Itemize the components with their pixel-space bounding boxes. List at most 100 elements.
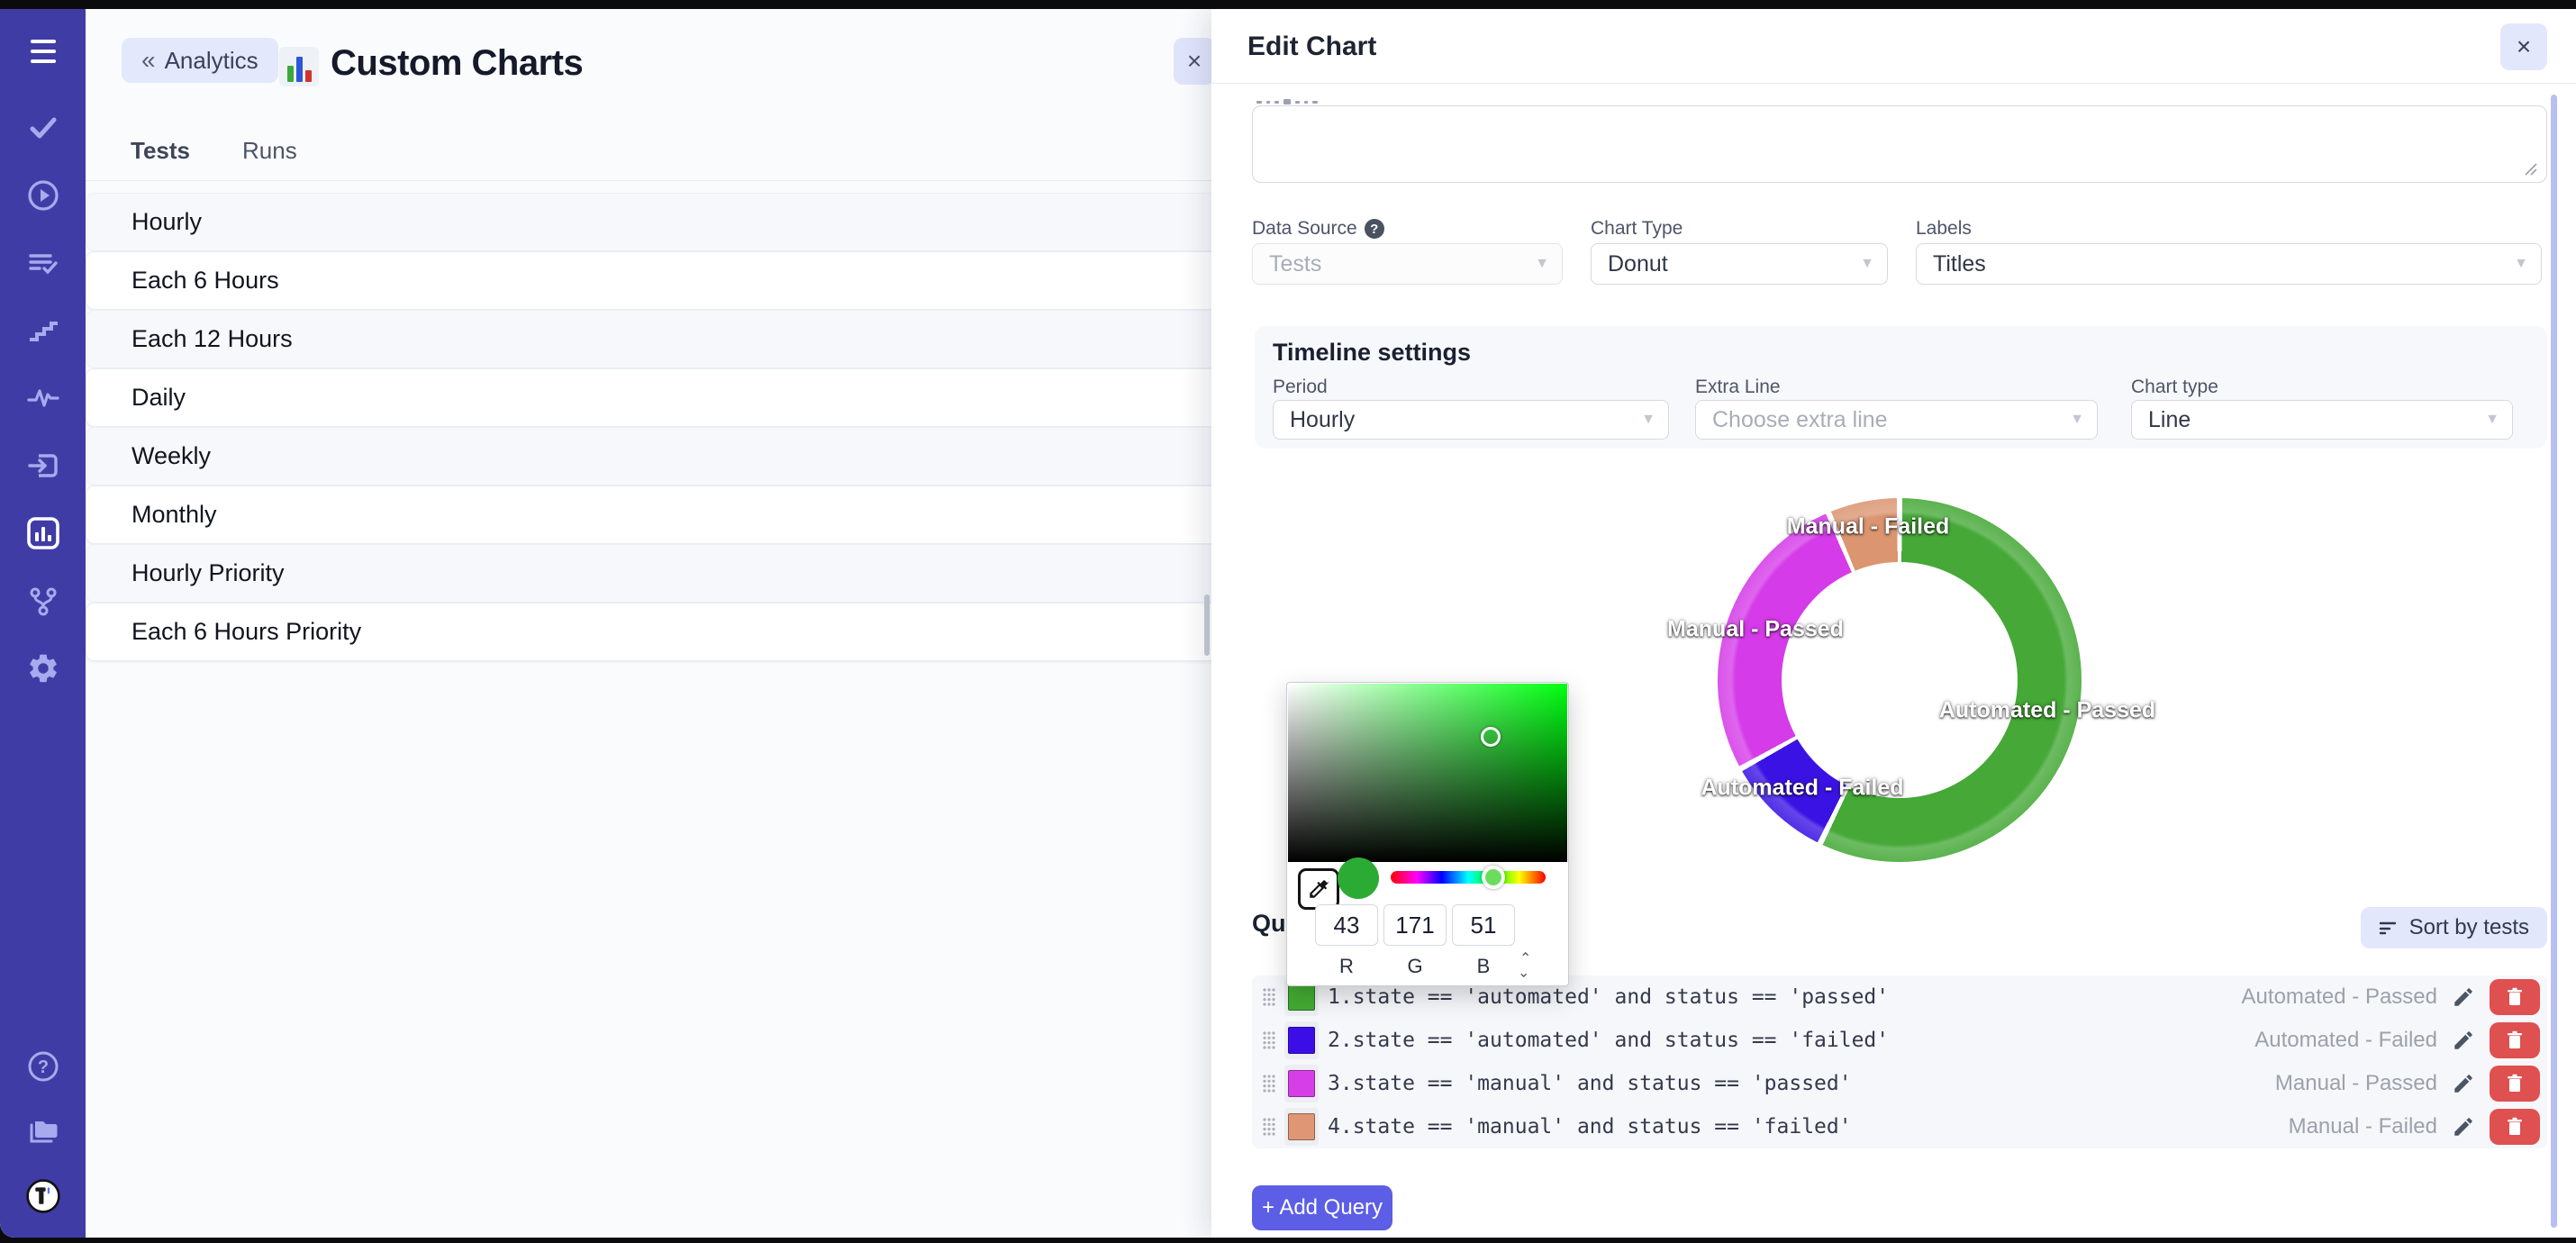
donut-hole	[1782, 562, 2018, 798]
menu-icon[interactable]	[22, 31, 65, 72]
timeline-settings-heading: Timeline settings	[1273, 339, 1471, 367]
saturation-area[interactable]	[1288, 684, 1567, 862]
chevron-down-icon: ▼	[2514, 256, 2528, 272]
app-logo[interactable]	[25, 1178, 61, 1214]
tab-tests[interactable]: Tests	[131, 137, 190, 165]
delete-query-button[interactable]	[2490, 1022, 2540, 1058]
query-label: Manual - Passed	[2275, 1071, 2437, 1096]
edit-pencil-icon[interactable]	[2452, 1115, 2475, 1139]
drag-handle-icon[interactable]	[1261, 1116, 1277, 1138]
play-circle-icon[interactable]	[25, 177, 61, 213]
tabs: Tests Runs	[131, 137, 297, 165]
chevron-down-icon: ▼	[1535, 256, 1549, 272]
slice-label-manual-failed: Manual - Failed	[1787, 514, 1950, 540]
query-text: 1.state == 'automated' and status == 'pa…	[1328, 985, 1889, 1009]
query-text: 4.state == 'manual' and status == 'faile…	[1328, 1115, 1852, 1139]
sort-button-label: Sort by tests	[2409, 915, 2529, 940]
drag-handle-icon[interactable]	[1261, 1073, 1277, 1094]
chart-type-label: Chart Type	[1591, 218, 1683, 240]
data-source-label: Data Source ?	[1252, 218, 1384, 240]
edit-pencil-icon[interactable]	[2452, 985, 2475, 1009]
hue-slider-thumb[interactable]	[1482, 866, 1505, 889]
timeline-settings-box: Timeline settings Period Extra Line Char…	[1255, 326, 2547, 449]
help-icon[interactable]: ?	[25, 1048, 61, 1084]
chart-name: Each 12 Hours	[132, 325, 293, 353]
query-row: 3.state == 'manual' and status == 'passe…	[1252, 1062, 2547, 1105]
delete-query-button[interactable]	[2490, 1109, 2540, 1145]
query-label: Automated - Failed	[2254, 1028, 2437, 1053]
close-page-button[interactable]: ×	[1174, 38, 1215, 85]
labels-select[interactable]: Titles▼	[1916, 243, 2542, 285]
import-icon[interactable]	[25, 448, 61, 484]
bar-chart-box-icon[interactable]	[25, 515, 61, 551]
timeline-chart-type-select[interactable]: Line▼	[2131, 400, 2513, 440]
blue-input[interactable]	[1452, 904, 1515, 946]
back-chevron-icon: «	[141, 46, 156, 75]
chevron-down-icon: ▼	[1860, 256, 1874, 272]
saturation-cursor[interactable]	[1481, 727, 1501, 747]
current-color-swatch	[1338, 857, 1379, 899]
sort-by-tests-button[interactable]: Sort by tests	[2361, 907, 2547, 948]
help-circle-icon[interactable]: ?	[1365, 219, 1384, 239]
add-query-button[interactable]: + Add Query	[1252, 1185, 1392, 1230]
query-label: Manual - Failed	[2289, 1114, 2437, 1139]
panel-scrollbar[interactable]	[2551, 95, 2557, 1228]
color-swatch-button[interactable]	[1284, 1108, 1319, 1146]
hue-slider[interactable]	[1391, 871, 1546, 884]
eyedropper-icon	[1307, 877, 1330, 901]
color-swatch	[1288, 1113, 1315, 1140]
chart-name: Monthly	[132, 501, 217, 529]
gear-icon[interactable]	[25, 650, 61, 686]
list-check-icon[interactable]	[25, 245, 61, 281]
chart-name: Each 6 Hours Priority	[132, 618, 361, 646]
page-title: Custom Charts	[331, 43, 583, 84]
color-swatch-button[interactable]	[1284, 1065, 1319, 1102]
chevron-down-icon: ▼	[1641, 412, 1655, 428]
trash-icon	[2506, 1117, 2524, 1137]
steps-icon[interactable]	[25, 313, 61, 349]
slice-label-manual-passed: Manual - Passed	[1667, 617, 1844, 643]
drag-handle-icon[interactable]	[1261, 1030, 1277, 1051]
svg-text:?: ?	[37, 1057, 48, 1077]
sort-icon	[2379, 920, 2399, 936]
sidebar: ?	[0, 9, 86, 1238]
description-textarea[interactable]	[1252, 105, 2547, 183]
green-input[interactable]	[1383, 904, 1447, 946]
query-row: 4.state == 'manual' and status == 'faile…	[1252, 1105, 2547, 1148]
delete-query-button[interactable]	[2490, 1066, 2540, 1102]
panel-title: Edit Chart	[1247, 32, 1376, 62]
chart-name: Daily	[132, 384, 186, 412]
color-swatch	[1288, 984, 1315, 1011]
close-icon: ×	[2517, 32, 2531, 61]
color-swatch	[1288, 1070, 1315, 1097]
close-panel-button[interactable]: ×	[2500, 23, 2547, 70]
folder-icon[interactable]	[25, 1113, 61, 1149]
period-label: Period	[1273, 377, 1328, 398]
edit-chart-panel: Edit Chart × Data Source ? Chart Type La…	[1211, 9, 2576, 1238]
chevron-down-icon: ▼	[2485, 412, 2499, 428]
chart-name: Hourly Priority	[132, 559, 285, 587]
branch-icon[interactable]	[25, 583, 61, 619]
color-picker-popup: R G B ⌃⌃	[1286, 682, 1569, 986]
chevron-down-icon: ▼	[2070, 412, 2084, 428]
list-scrollbar[interactable]	[1204, 594, 1210, 656]
slice-label-automated-failed: Automated - Failed	[1701, 776, 1903, 802]
tab-runs[interactable]: Runs	[242, 137, 297, 165]
extra-line-select[interactable]: Choose extra line▼	[1695, 400, 2098, 440]
red-label: R	[1315, 955, 1378, 978]
bar-chart-emoji-icon	[279, 47, 319, 86]
check-icon[interactable]	[25, 110, 61, 146]
drag-handle-icon[interactable]	[1261, 986, 1277, 1008]
period-select[interactable]: Hourly▼	[1273, 400, 1669, 440]
back-to-analytics-button[interactable]: « Analytics	[122, 38, 278, 83]
trash-icon	[2506, 1074, 2524, 1093]
delete-query-button[interactable]	[2490, 979, 2540, 1015]
pulse-icon[interactable]	[25, 380, 61, 416]
edit-pencil-icon[interactable]	[2452, 1072, 2475, 1095]
chart-name: Each 6 Hours	[132, 267, 279, 295]
red-input[interactable]	[1315, 904, 1378, 946]
updown-icon[interactable]: ⌃⌃	[1519, 953, 1529, 976]
chart-type-select[interactable]: Donut▼	[1591, 243, 1888, 285]
edit-pencil-icon[interactable]	[2452, 1029, 2475, 1052]
color-swatch-button[interactable]	[1284, 1021, 1319, 1059]
